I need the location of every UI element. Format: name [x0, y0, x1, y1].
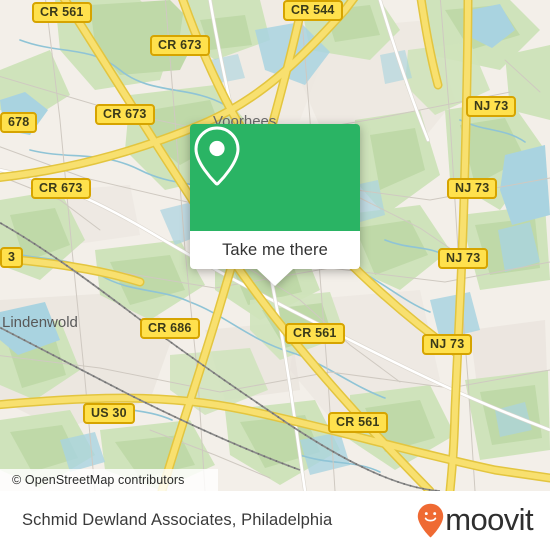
osm-attribution[interactable]: © OpenStreetMap contributors: [0, 469, 218, 491]
road-shield: CR 673: [95, 104, 155, 125]
place-label-lindenwold: Lindenwold: [2, 314, 78, 331]
moovit-logo[interactable]: moovit: [417, 502, 534, 539]
road-shield: US 30: [83, 403, 135, 424]
moovit-smiley-pin-icon: [418, 503, 444, 537]
popup-card-action[interactable]: Take me there: [190, 231, 360, 269]
road-shield: NJ 73: [422, 334, 473, 355]
road-shield: CR 544: [283, 0, 343, 21]
road-shield: NJ 73: [447, 178, 498, 199]
road-shield: 678: [0, 112, 38, 133]
road-shield: CR 673: [31, 178, 91, 199]
road-shield: 3: [0, 247, 24, 268]
popup-card-header: [190, 124, 360, 231]
moovit-map-screenshot: .pk{fill:#cfe3bb}.fs{fill:#bfd9a8}.wt{fi…: [0, 0, 550, 550]
road-shield: NJ 73: [438, 248, 489, 269]
popup-card-pointer: [257, 269, 293, 286]
map-canvas[interactable]: .pk{fill:#cfe3bb}.fs{fill:#bfd9a8}.wt{fi…: [0, 0, 550, 491]
take-me-there-label: Take me there: [222, 240, 328, 259]
road-shield: CR 561: [32, 2, 92, 23]
road-shield: CR 686: [140, 318, 200, 339]
road-shield: CR 673: [150, 35, 210, 56]
map-pin-icon: [194, 126, 240, 186]
road-shield: NJ 73: [466, 96, 517, 117]
footer-bar: .pk{fill:#cfe3bb}.fs{fill:#bfd9a8}.wt{fi…: [0, 491, 550, 550]
destination-popup-card[interactable]: Take me there: [190, 124, 360, 286]
moovit-wordmark: moovit: [445, 502, 533, 537]
road-shield: CR 561: [285, 323, 345, 344]
osm-attribution-text: © OpenStreetMap contributors: [12, 473, 185, 487]
place-title: Schmid Dewland Associates, Philadelphia: [22, 511, 333, 529]
road-shield: CR 561: [328, 412, 388, 433]
